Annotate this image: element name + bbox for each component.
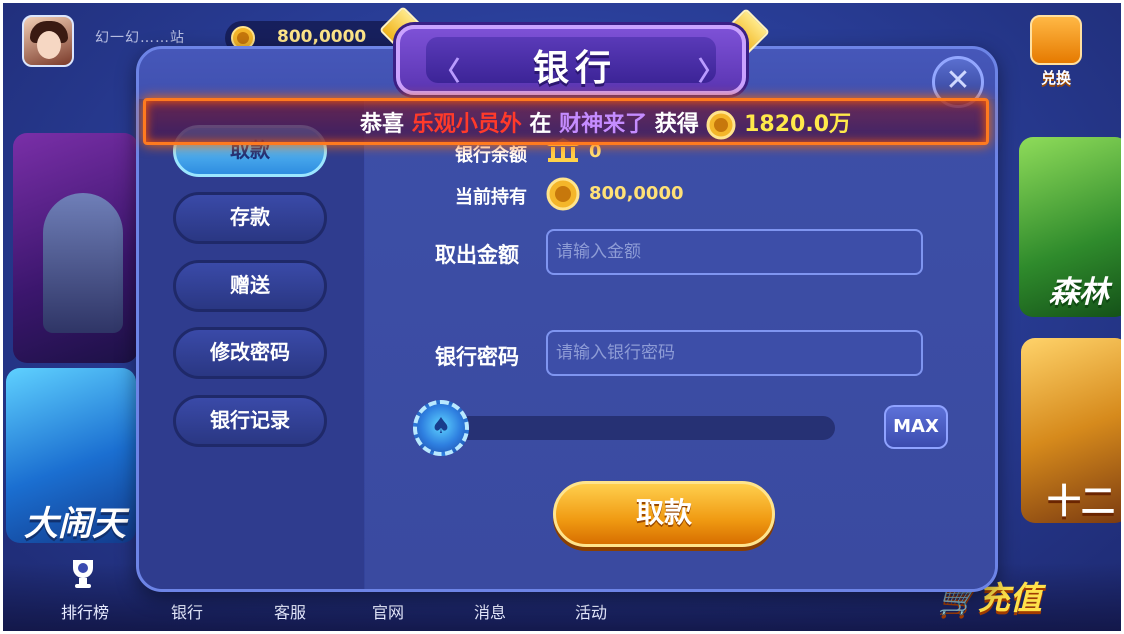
game-card-right-bottom[interactable]: 十二	[1021, 338, 1121, 523]
nav-item-activities[interactable]: 活动	[556, 599, 626, 623]
game-card-left-top[interactable]	[13, 133, 138, 363]
announcement-prefix: 恭喜	[360, 112, 405, 137]
bank-dialog-title: 银行	[532, 48, 617, 89]
menu-bank-records[interactable]: 银行记录	[173, 395, 327, 447]
holding-label: 当前持有	[455, 187, 527, 208]
announcement-amount: 1820.0万	[744, 112, 852, 137]
announcement-at: 在	[529, 112, 552, 137]
game-character-art	[43, 193, 123, 333]
nav-item-official-site[interactable]: 官网	[353, 599, 423, 623]
menu-gift[interactable]: 赠送	[173, 260, 327, 312]
coin-icon	[706, 110, 736, 140]
amount-slider-track[interactable]	[443, 416, 835, 440]
announcement-game: 财神来了	[559, 112, 648, 137]
exchange-icon	[1030, 15, 1082, 65]
player-avatar[interactable]	[22, 15, 74, 67]
coin-icon	[546, 177, 580, 211]
holding-value: 800,0000	[589, 183, 684, 204]
menu-change-password[interactable]: 修改密码	[173, 327, 327, 379]
bank-title-plate: 〈 〉 银行	[396, 25, 746, 95]
top-coin-value: 800,0000	[277, 27, 367, 47]
nav-item-customer-service[interactable]: 客服	[255, 599, 325, 623]
game-lobby-background: 幻一幻……站 800,0000 兑换 大闹天 森林 十二 排行榜 银行 客服 官…	[3, 3, 1121, 631]
menu-deposit[interactable]: 存款	[173, 192, 327, 244]
spade-icon: ♠	[431, 414, 451, 439]
amount-slider-thumb[interactable]: ♠	[413, 400, 469, 456]
bank-password-input[interactable]: 请输入银行密码	[546, 330, 923, 376]
max-button[interactable]: MAX	[884, 405, 948, 449]
game-card-title: 大闹天	[24, 504, 126, 543]
trophy-icon	[73, 560, 93, 588]
close-icon: ✕	[945, 63, 971, 98]
exchange-button[interactable]: 兑换	[1027, 15, 1085, 89]
avatar-face	[37, 31, 61, 59]
announcement-player: 乐观小员外	[411, 112, 522, 137]
withdraw-amount-label: 取出金额	[435, 243, 519, 267]
game-card-left-bottom[interactable]: 大闹天	[6, 368, 136, 543]
win-announcement-text: 恭喜 乐观小员外 在 财神来了 获得 1820.0万	[360, 106, 851, 140]
game-card-title: 十二	[1047, 482, 1115, 522]
announcement-got: 获得	[654, 112, 699, 137]
game-card-right-top[interactable]: 森林	[1019, 137, 1121, 317]
game-card-title: 森林	[1049, 275, 1109, 310]
nav-item-bank[interactable]: 银行	[152, 599, 222, 623]
bank-password-label: 银行密码	[435, 345, 519, 369]
exchange-label: 兑换	[1040, 69, 1071, 87]
nav-item-messages[interactable]: 消息	[455, 599, 525, 623]
withdraw-amount-input[interactable]: 请输入金额	[546, 229, 923, 275]
player-name: 幻一幻……站	[95, 30, 185, 46]
withdraw-submit-button[interactable]: 取款	[553, 481, 775, 547]
nav-item-leaderboard[interactable]: 排行榜	[50, 599, 120, 623]
